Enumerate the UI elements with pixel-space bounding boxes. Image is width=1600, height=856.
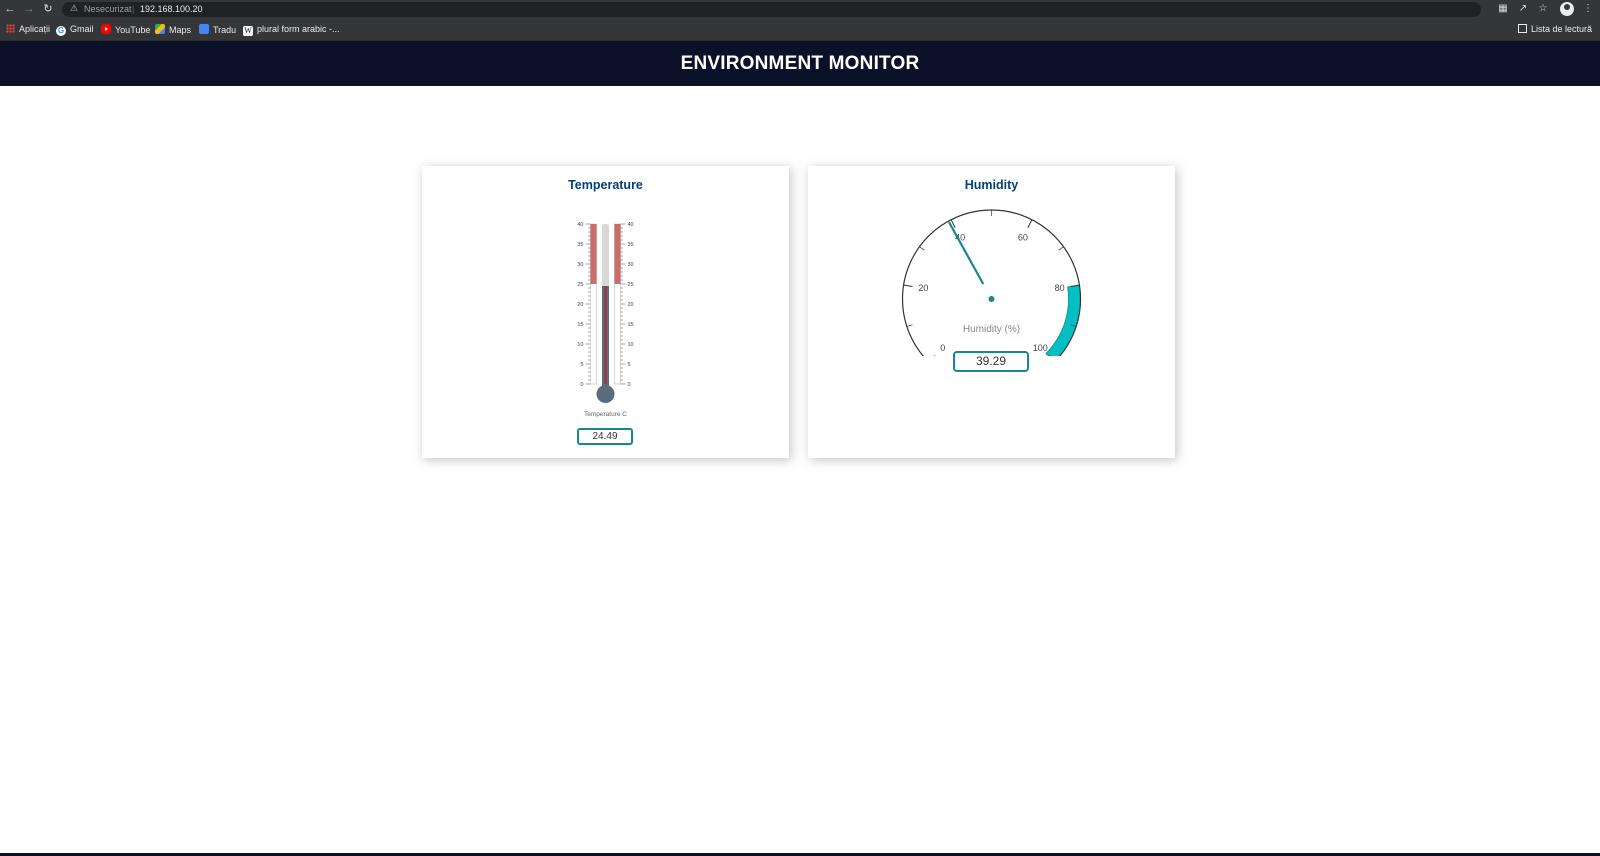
right-tick-label: 0 (628, 382, 631, 388)
left-tick-label: 40 (577, 222, 583, 228)
left-tick-label: 25 (577, 282, 583, 288)
gauge-tick-label: 60 (1018, 233, 1028, 243)
gauge-tick (919, 246, 925, 251)
address-bar[interactable]: ⚠ Nesecurizat | 192.168.100.20 (62, 2, 1481, 17)
left-tick-label: 35 (577, 242, 583, 248)
right-tick-label: 30 (628, 262, 634, 268)
left-tick-label: 5 (580, 362, 583, 368)
bookmark-gmail[interactable]: G Gmail (56, 24, 94, 36)
right-tick-label: 5 (628, 362, 631, 368)
bookmark-youtube[interactable]: YouTube (101, 24, 150, 36)
gauge-tick (903, 284, 913, 287)
right-tick-label: 15 (628, 322, 634, 328)
apps-grid-icon (6, 24, 15, 33)
right-tick-label: 25 (628, 282, 634, 288)
humidity-card-title: Humidity (964, 178, 1019, 192)
gauge-tick-label: 0 (940, 343, 945, 353)
thermometer-bulb (596, 385, 615, 403)
bookmark-star-icon[interactable]: ☆ (1536, 2, 1550, 16)
kebab-menu-icon[interactable]: ⋮ (1581, 2, 1595, 16)
gauge-tick-label: 100 (1033, 343, 1048, 353)
bookmark-tradu[interactable]: Tradu (199, 24, 236, 36)
reload-icon[interactable]: ↻ (41, 2, 55, 16)
share-icon[interactable]: ↗ (1516, 2, 1530, 16)
thermometer-gauge: 0 0 5 5 10 10 15 15 20 20 25 25 30 30 35 35 40 40 (577, 222, 634, 403)
gauge-needle (948, 221, 984, 285)
warning-triangle-icon: ⚠ (70, 3, 79, 13)
address-url[interactable]: 192.168.100.20 (140, 4, 203, 14)
maps-icon (155, 24, 165, 34)
right-tick-label: 20 (628, 302, 634, 308)
forward-arrow-icon[interactable]: → (22, 2, 36, 16)
wiki-icon: W (243, 26, 253, 36)
humidity-radial-gauge: 02040 6080100Humidity (%) (901, 209, 1082, 356)
gauge-tick-label: 20 (918, 283, 928, 293)
left-highlight-band (590, 224, 597, 284)
left-tick-label: 0 (580, 382, 583, 388)
page-content: ENVIRONMENT MONITOR Temperature 0 0 5 5 10 10… (0, 41, 1600, 856)
google-icon: G (56, 26, 66, 36)
address-separator: | (132, 4, 135, 14)
reading-list-button[interactable]: Lista de lectură (1517, 24, 1592, 34)
left-tick-label: 15 (577, 322, 583, 328)
bookmark-maps[interactable]: Maps (155, 24, 191, 36)
back-arrow-icon[interactable]: ← (3, 2, 17, 16)
right-tick-label: 35 (628, 242, 634, 248)
gauge-tick (1058, 246, 1064, 251)
right-tick-label: 40 (628, 222, 634, 228)
topnav: ENVIRONMENT MONITOR (0, 41, 1600, 86)
left-tick-label: 30 (577, 262, 583, 268)
right-tick-label: 10 (628, 342, 634, 348)
translate-page-icon[interactable]: ▦ (1496, 2, 1510, 16)
temperature-card-title: Temperature (568, 178, 643, 192)
page-title: ENVIRONMENT MONITOR (680, 52, 920, 74)
gauge-tick-label: 80 (1055, 283, 1065, 293)
thermometer-mercury-core (604, 286, 607, 384)
youtube-icon (101, 24, 111, 34)
temperature-axis-label: Temperature C (584, 411, 627, 418)
left-tick-label: 10 (577, 342, 583, 348)
profile-avatar-icon[interactable] (1560, 2, 1574, 16)
temperature-card: Temperature 0 0 5 5 10 10 15 15 20 20 25 25 30 30 35 35… (422, 166, 789, 458)
humidity-value: 39.29 (953, 351, 1029, 372)
humidity-highlight-band (1045, 284, 1081, 356)
bookmark-plural-form-arabic[interactable]: Wplural form arabic -... (243, 24, 340, 36)
security-label: Nesecurizat (84, 4, 132, 14)
browser-toolbar: ← → ↻ ⚠ Nesecurizat | 192.168.100.20 ▦ ↗… (0, 0, 1600, 19)
translate-icon (199, 24, 209, 34)
bookmark-apps[interactable]: Aplicații (6, 24, 50, 36)
temperature-value: 24.49 (577, 428, 633, 445)
right-highlight-band (614, 224, 621, 284)
gauge-tick (906, 324, 913, 327)
humidity-axis-label: Humidity (%) (963, 324, 1020, 335)
reading-list-icon (1517, 24, 1527, 33)
gauge-needle-hub (988, 296, 995, 302)
left-tick-label: 20 (577, 302, 583, 308)
humidity-card: Humidity 0 20 40 60 80 100 Humidity (%) 39.29 (808, 166, 1175, 458)
bookmarks-bar: Aplicații G Gmail YouTube Maps Tradu Wplu… (0, 19, 1600, 41)
gauge-tick (1027, 219, 1033, 228)
